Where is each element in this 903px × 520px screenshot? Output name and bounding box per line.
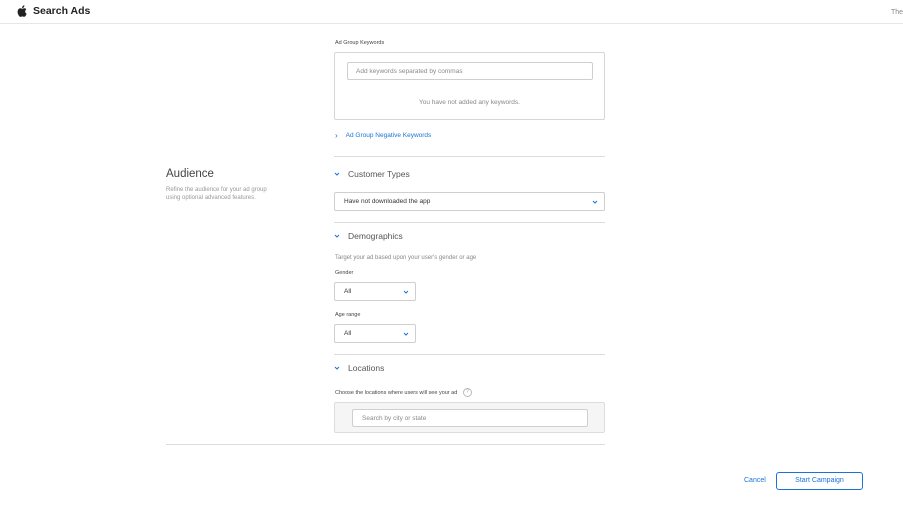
brand-logo[interactable]: Search Ads	[17, 5, 90, 17]
customer-types-title: Customer Types	[348, 169, 410, 179]
divider	[166, 444, 605, 445]
customer-types-value: Have not downloaded the app	[344, 198, 431, 205]
chevron-down-icon	[403, 290, 409, 294]
chevron-right-icon: ›	[335, 131, 338, 140]
apple-icon	[17, 5, 27, 17]
header-right-text[interactable]: The	[891, 9, 903, 16]
customer-types-select[interactable]: Have not downloaded the app	[334, 192, 605, 211]
top-bar: Search Ads The	[0, 0, 903, 24]
locations-header[interactable]: Locations	[334, 363, 384, 373]
keywords-input[interactable]: Add keywords separated by commas	[347, 62, 593, 80]
brand-title: Search Ads	[33, 5, 91, 17]
locations-search-input[interactable]: Search by city or state	[352, 409, 588, 427]
chevron-down-icon	[403, 332, 409, 336]
gender-value: All	[344, 288, 352, 295]
demographics-title: Demographics	[348, 231, 403, 241]
locations-title: Locations	[348, 363, 385, 373]
age-range-label: Age range	[335, 312, 361, 318]
divider	[334, 156, 605, 157]
gender-select[interactable]: All	[334, 282, 416, 301]
negative-keywords-label: Ad Group Negative Keywords	[345, 132, 432, 139]
locations-panel: Search by city or state	[334, 402, 605, 433]
negative-keywords-link[interactable]: › Ad Group Negative Keywords	[335, 131, 431, 140]
divider	[334, 354, 605, 355]
cancel-button[interactable]: Cancel	[744, 477, 766, 484]
chevron-down-icon	[334, 366, 340, 370]
start-campaign-button[interactable]: Start Campaign	[776, 472, 863, 490]
demographics-description: Target your ad based upon your user's ge…	[335, 255, 477, 261]
demographics-header[interactable]: Demographics	[334, 231, 403, 241]
divider	[334, 222, 605, 223]
keywords-label: Ad Group Keywords	[335, 40, 385, 46]
audience-description: Refine the audience for your ad group us…	[166, 187, 267, 201]
age-range-value: All	[344, 330, 352, 337]
chevron-down-icon	[334, 234, 340, 238]
help-icon[interactable]: ?	[462, 388, 472, 397]
gender-label: Gender	[335, 270, 354, 276]
locations-description-row: Choose the locations where users will se…	[335, 388, 472, 397]
chevron-down-icon	[592, 200, 598, 204]
chevron-down-icon	[334, 172, 340, 176]
age-range-select[interactable]: All	[334, 324, 416, 343]
customer-types-header[interactable]: Customer Types	[334, 169, 410, 179]
audience-title: Audience	[166, 168, 214, 180]
keywords-empty-message: You have not added any keywords.	[419, 99, 520, 106]
locations-description: Choose the locations where users will se…	[335, 389, 458, 396]
keywords-panel: Add keywords separated by commas You hav…	[334, 52, 605, 120]
